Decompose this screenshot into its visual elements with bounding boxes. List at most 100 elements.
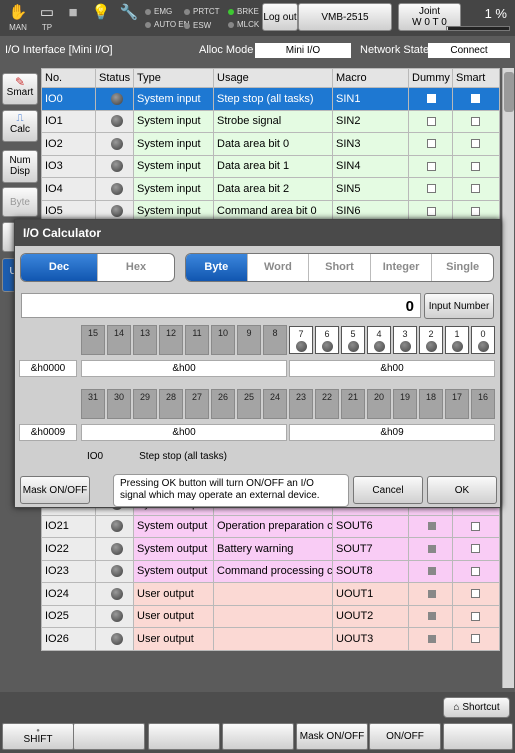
column-header-no[interactable]: No.	[41, 68, 96, 88]
table-row[interactable]: IO2 System input Data area bit 0 SIN3	[41, 132, 500, 156]
smart-checkbox[interactable]	[471, 611, 480, 621]
shortcut-button[interactable]: ⌂ Shortcut	[443, 697, 510, 718]
table-row[interactable]: IO4 System input Data area bit 2 SIN5	[41, 177, 500, 201]
bit-0-cell[interactable]: 0	[471, 326, 495, 354]
table-row[interactable]: IO1 System input Strobe signal SIN2	[41, 109, 500, 133]
side-numdisp-button[interactable]: Num Disp	[2, 150, 38, 183]
dummy-checkbox[interactable]	[427, 184, 436, 194]
table-scrollbar[interactable]	[502, 68, 514, 688]
smart-checkbox[interactable]	[471, 634, 480, 644]
smart-checkbox[interactable]	[471, 116, 480, 126]
io-smart[interactable]	[452, 627, 500, 651]
function-key-5[interactable]: Mask ON/OFF	[296, 723, 368, 750]
bit-6-cell[interactable]: 6	[315, 326, 339, 354]
table-row[interactable]: IO26 User output UOUT3	[41, 627, 500, 651]
smart-checkbox[interactable]	[471, 589, 480, 599]
size-word-button[interactable]: Word	[248, 254, 310, 281]
side-byte-button[interactable]: Byte	[2, 187, 38, 217]
io-dummy[interactable]	[408, 109, 453, 133]
function-key-6[interactable]: ON/OFF	[369, 723, 441, 750]
io-smart[interactable]	[452, 514, 500, 538]
function-key-1[interactable]: ● SHIFT	[2, 723, 74, 750]
smart-checkbox[interactable]	[471, 184, 480, 194]
input-number-button[interactable]: Input Number	[424, 293, 494, 319]
size-byte-button[interactable]: Byte	[186, 254, 248, 281]
smart-checkbox[interactable]	[471, 161, 480, 171]
column-header-type[interactable]: Type	[133, 68, 214, 88]
io-dummy[interactable]	[408, 177, 453, 201]
dummy-checkbox[interactable]	[427, 206, 436, 216]
io-dummy[interactable]	[408, 537, 453, 561]
bit-7-cell[interactable]: 7	[289, 326, 313, 354]
io-dummy[interactable]	[408, 154, 453, 178]
ok-button[interactable]: OK	[427, 476, 497, 504]
smart-checkbox[interactable]	[471, 521, 480, 531]
bit-number: 7	[298, 329, 304, 339]
smart-checkbox[interactable]	[471, 566, 480, 576]
io-smart[interactable]	[452, 109, 500, 133]
io-smart[interactable]	[452, 582, 500, 606]
io-smart[interactable]	[452, 537, 500, 561]
table-row[interactable]: IO24 User output UOUT1	[41, 582, 500, 606]
io-dummy[interactable]	[408, 627, 453, 651]
bit-1-cell[interactable]: 1	[445, 326, 469, 354]
robot-button[interactable]: VMB-2515	[298, 3, 392, 31]
column-header-usage[interactable]: Usage	[213, 68, 333, 88]
function-key-4[interactable]	[222, 723, 294, 750]
function-key-2[interactable]	[73, 723, 145, 750]
column-header-macro[interactable]: Macro	[332, 68, 409, 88]
io-dummy[interactable]	[408, 132, 453, 156]
table-row[interactable]: IO21 System output Operation preparation c…	[41, 514, 500, 538]
column-header-dummy[interactable]: Dummy	[408, 68, 453, 88]
size-short-button[interactable]: Short	[309, 254, 371, 281]
io-dummy[interactable]	[408, 582, 453, 606]
io-smart[interactable]	[452, 154, 500, 178]
dummy-checkbox[interactable]	[427, 116, 436, 126]
io-smart[interactable]	[452, 132, 500, 156]
table-row[interactable]: IO0 System input Step stop (all tasks) SIN1	[41, 87, 500, 111]
radix-dec-button[interactable]: Dec	[21, 254, 98, 281]
column-header-status[interactable]: Status	[95, 68, 134, 88]
lamp-icon[interactable]: 💡	[86, 3, 116, 33]
mask-onoff-button[interactable]: Mask ON/OFF	[20, 476, 90, 504]
io-dummy[interactable]	[408, 604, 453, 628]
stop-square-icon[interactable]: ■	[58, 3, 88, 33]
side-smart-button[interactable]: ✎ Smart	[2, 73, 38, 105]
cancel-button[interactable]: Cancel	[353, 476, 423, 504]
table-row[interactable]: IO22 System output Battery warning SOUT7	[41, 537, 500, 561]
io-dummy[interactable]	[408, 514, 453, 538]
scrollbar-thumb[interactable]	[504, 72, 514, 112]
io-smart[interactable]	[452, 604, 500, 628]
bit-4-cell[interactable]: 4	[367, 326, 391, 354]
dummy-checkbox[interactable]	[427, 161, 436, 171]
number-display[interactable]: 0	[21, 293, 421, 318]
io-smart[interactable]	[452, 177, 500, 201]
size-integer-button[interactable]: Integer	[371, 254, 433, 281]
table-row[interactable]: IO3 System input Data area bit 1 SIN4	[41, 154, 500, 178]
dummy-checkbox[interactable]	[427, 94, 436, 104]
smart-checkbox[interactable]	[471, 94, 480, 104]
side-calc-button[interactable]: ⎍ Calc	[2, 110, 38, 142]
io-smart[interactable]	[452, 559, 500, 583]
radix-hex-button[interactable]: Hex	[98, 254, 174, 281]
bit-2-cell[interactable]: 2	[419, 326, 443, 354]
io-smart[interactable]	[452, 87, 500, 111]
function-key-3[interactable]	[148, 723, 220, 750]
smart-checkbox[interactable]	[471, 139, 480, 149]
table-row[interactable]: IO23 System output Command processing co SO…	[41, 559, 500, 583]
bit-3-cell[interactable]: 3	[393, 326, 417, 354]
logout-button[interactable]: Log out	[262, 3, 298, 31]
io-dummy[interactable]	[408, 559, 453, 583]
smart-checkbox[interactable]	[471, 206, 480, 216]
dummy-checkbox[interactable]	[427, 139, 436, 149]
speed-bar[interactable]	[446, 26, 510, 31]
column-header-smart[interactable]: Smart	[452, 68, 500, 88]
smart-checkbox[interactable]	[471, 544, 480, 554]
wrench-icon[interactable]: 🔧	[114, 3, 144, 33]
hand-icon[interactable]: ✋ MAN	[3, 3, 33, 33]
size-single-button[interactable]: Single	[432, 254, 493, 281]
bit-5-cell[interactable]: 5	[341, 326, 365, 354]
table-row[interactable]: IO25 User output UOUT2	[41, 604, 500, 628]
io-dummy[interactable]	[408, 87, 453, 111]
function-key-7[interactable]	[443, 723, 513, 750]
